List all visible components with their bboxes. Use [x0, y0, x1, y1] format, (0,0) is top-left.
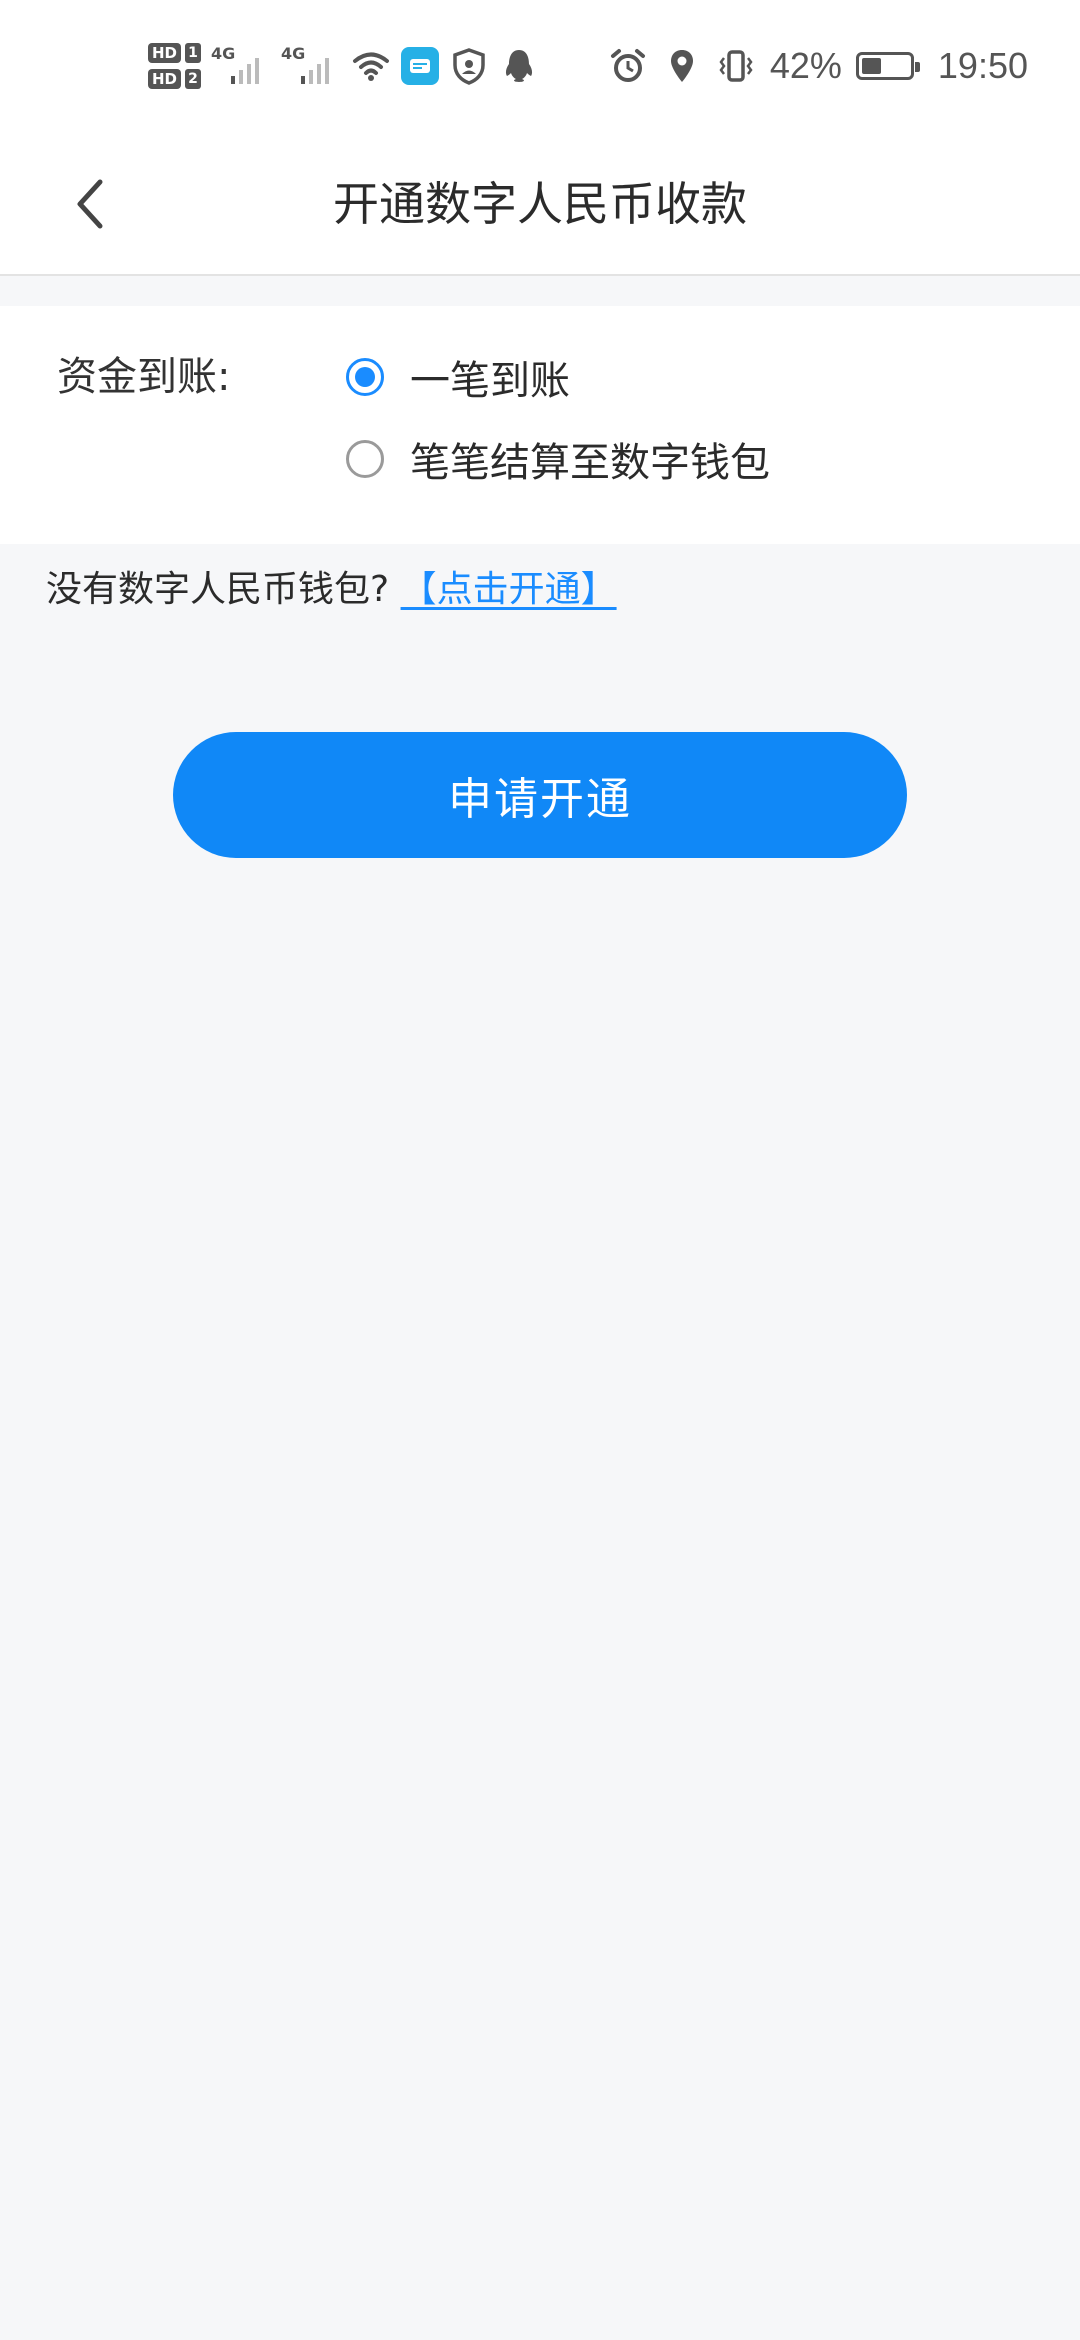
hd-badge-2: HD: [148, 69, 182, 89]
signal-sim1-icon: 4G: [211, 44, 271, 88]
signal-sim2-icon: 4G: [281, 44, 341, 88]
radio-option-per-transaction-wallet[interactable]: 笔笔结算至数字钱包: [346, 424, 770, 494]
vibrate-icon: [719, 50, 753, 82]
settlement-label: 资金到账:: [57, 354, 231, 400]
qq-penguin-icon: [505, 50, 533, 82]
status-right: 42% 19:50: [608, 34, 1028, 98]
shield-icon: [453, 48, 485, 85]
radio-option-single-settlement[interactable]: 一笔到账: [346, 342, 570, 412]
status-bar: HD 1 HD 2 4G 4G 42% 19:50: [0, 0, 1080, 132]
wifi-icon: [353, 52, 390, 81]
status-left: HD 1 HD 2 4G 4G: [148, 34, 539, 98]
battery-fill: [861, 58, 881, 74]
apply-button[interactable]: 申请开通: [173, 732, 907, 858]
radio-button-unselected[interactable]: [346, 440, 384, 478]
back-button[interactable]: [54, 168, 126, 240]
sim-1-label: 1: [185, 43, 202, 63]
radio-button-selected[interactable]: [346, 358, 384, 396]
radio-label-per-transaction-wallet: 笔笔结算至数字钱包: [410, 440, 770, 486]
screen: HD 1 HD 2 4G 4G 42% 19:50 开通数字人民币收款 资金到账…: [0, 0, 1080, 2340]
wallet-hint: 没有数字人民币钱包? 【点击开通】: [46, 560, 617, 620]
app-notification-icon: [401, 47, 440, 85]
page-title: 开通数字人民币收款: [333, 177, 747, 231]
radio-label-single-settlement: 一笔到账: [410, 358, 570, 404]
battery-icon: [855, 52, 920, 80]
open-wallet-link[interactable]: 【点击开通】: [401, 569, 617, 610]
sim-2-label: 2: [185, 69, 202, 89]
hd-badge-1: HD: [148, 43, 182, 63]
clock: 19:50: [937, 45, 1028, 86]
alarm-icon: [610, 49, 645, 82]
location-icon: [670, 50, 693, 82]
chevron-left-icon: [77, 179, 103, 229]
nav-bar: 开通数字人民币收款: [0, 132, 1080, 276]
wallet-hint-text: 没有数字人民币钱包?: [46, 569, 390, 610]
hd-indicators: HD 1 HD 2: [148, 43, 202, 89]
battery-percent: 42%: [769, 45, 842, 86]
settlement-card: 资金到账: 一笔到账 笔笔结算至数字钱包: [0, 306, 1080, 544]
